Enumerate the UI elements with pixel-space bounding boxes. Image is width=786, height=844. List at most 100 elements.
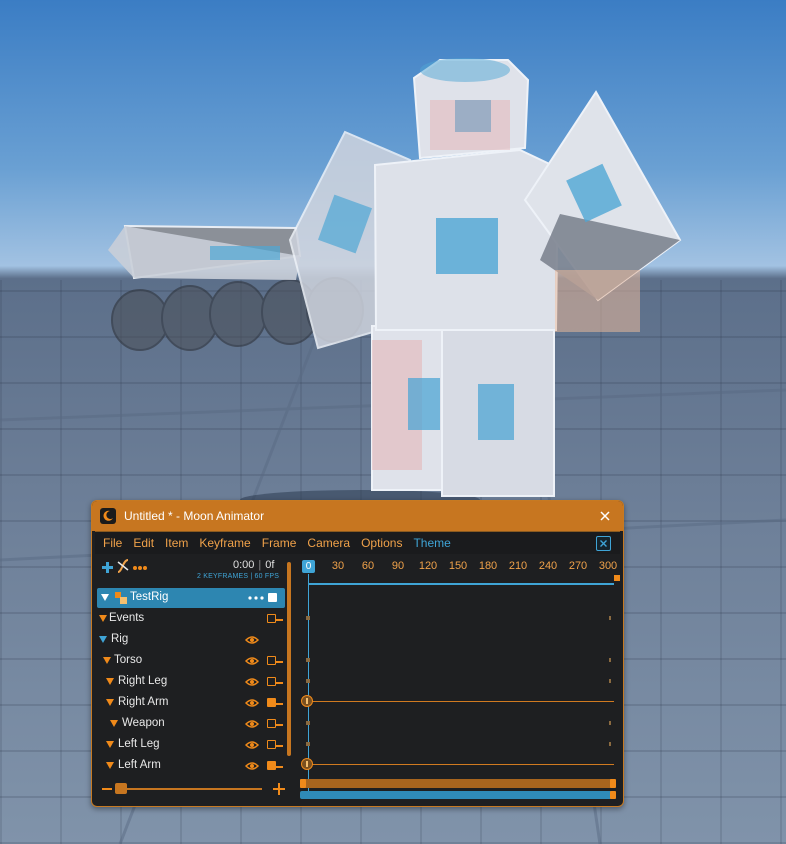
menu-keyframe[interactable]: Keyframe	[199, 536, 250, 550]
menu-options[interactable]: Options	[361, 536, 402, 550]
track-line-right-arm	[308, 701, 614, 702]
more-dots-icon[interactable]	[132, 558, 148, 574]
eye-icon[interactable]	[245, 719, 259, 729]
keyframe-toggle[interactable]	[267, 677, 276, 686]
keyframe-connector	[276, 703, 283, 705]
expand-icon[interactable]	[110, 720, 118, 727]
easing-icon[interactable]	[117, 559, 129, 576]
tree-item-label: Left Arm	[118, 759, 161, 771]
eye-icon[interactable]	[245, 635, 259, 645]
track-end-marker	[609, 742, 611, 746]
panel-close-icon[interactable]	[596, 536, 611, 551]
ruler-tick-label: 120	[418, 560, 438, 572]
ruler-end-marker[interactable]	[614, 575, 620, 581]
moon-animator-window[interactable]: Untitled * - Moon Animator File Edit Ite…	[91, 500, 624, 807]
eye-icon[interactable]	[245, 761, 259, 771]
tree-item-left-leg[interactable]: Left Leg	[95, 735, 285, 755]
tree-item-testrig[interactable]: TestRig	[97, 588, 285, 608]
tree-item-label: Weapon	[122, 717, 165, 729]
scrollbar-handle-left[interactable]	[300, 779, 306, 788]
keyframe-connector	[276, 766, 283, 768]
menu-frame[interactable]: Frame	[262, 536, 297, 550]
menu-bar: File Edit Item Keyframe Frame Camera Opt…	[95, 531, 620, 554]
tree-item-weapon[interactable]: Weapon	[95, 714, 285, 734]
left-arm-model	[108, 224, 302, 280]
zoom-slider-track[interactable]	[119, 788, 262, 790]
tree-item-label: Rig	[111, 633, 129, 645]
tree-item-rig[interactable]: Rig	[95, 630, 285, 650]
keyframe-toggle[interactable]	[267, 740, 276, 749]
menu-edit[interactable]: Edit	[133, 536, 154, 550]
menu-theme[interactable]: Theme	[413, 536, 450, 550]
track-keyframe-torso[interactable]	[306, 658, 310, 662]
eye-icon[interactable]	[245, 656, 259, 666]
eye-icon[interactable]	[245, 698, 259, 708]
zoom-in-icon[interactable]	[273, 782, 285, 795]
tree-item-left-arm[interactable]: Left Arm	[95, 756, 285, 776]
keyframe-left-arm[interactable]	[301, 758, 313, 770]
keyframe-toggle[interactable]	[267, 656, 276, 665]
keyframe-toggle[interactable]	[268, 593, 277, 602]
expand-icon[interactable]	[103, 657, 111, 664]
keyframe-toggle[interactable]	[267, 614, 276, 623]
tree-item-events[interactable]: Events	[95, 609, 285, 629]
ruler-tick-label: 90	[391, 560, 405, 572]
track-end-marker	[609, 658, 611, 662]
keyframe-info: 2 KEYFRAMES | 60 FPS	[197, 573, 280, 580]
menu-item[interactable]: Item	[165, 536, 188, 550]
zoom-out-icon[interactable]	[102, 788, 112, 790]
expand-icon[interactable]	[99, 615, 107, 622]
expand-icon[interactable]	[106, 678, 114, 685]
tree-item-right-arm[interactable]: Right Arm	[95, 693, 285, 713]
ruler-tick-label: 180	[478, 560, 498, 572]
track-keyframe-right-leg[interactable]	[306, 679, 310, 683]
expand-icon[interactable]	[99, 636, 107, 643]
menu-camera[interactable]: Camera	[307, 536, 350, 550]
expand-icon[interactable]	[106, 741, 114, 748]
track-keyframe-weapon[interactable]	[306, 721, 310, 725]
track-end-marker	[609, 616, 611, 620]
track-end-marker	[609, 721, 611, 725]
ruler-current-frame[interactable]: 0	[302, 560, 315, 573]
panel-splitter[interactable]	[287, 562, 291, 756]
tree-item-torso[interactable]: Torso	[95, 651, 285, 671]
keyframe-toggle[interactable]	[267, 761, 276, 770]
head-model	[412, 58, 530, 160]
ruler-range-line	[308, 583, 614, 585]
eye-icon[interactable]	[245, 677, 259, 687]
track-keyframe-left-leg[interactable]	[306, 742, 310, 746]
keyframe-toggle[interactable]	[267, 698, 276, 707]
tree-item-right-leg[interactable]: Right Leg	[95, 672, 285, 692]
ruler-tick-label: 30	[331, 560, 345, 572]
keyframe-connector	[276, 661, 283, 663]
ruler-tick-label: 60	[361, 560, 375, 572]
close-icon[interactable]	[597, 508, 613, 524]
rig-icon	[115, 592, 127, 604]
expand-icon[interactable]	[101, 594, 109, 601]
ruler-tick-label: 240	[538, 560, 558, 572]
keyframe-right-arm[interactable]	[301, 695, 313, 707]
more-dots-icon[interactable]	[248, 596, 264, 600]
frame-value: 0f	[265, 559, 275, 571]
ruler-tick-label: 270	[568, 560, 588, 572]
plus-icon[interactable]	[101, 561, 114, 574]
ruler-tick-label: 150	[448, 560, 468, 572]
ruler-tick-label: 300	[598, 560, 618, 572]
window-title: Untitled * - Moon Animator	[124, 509, 265, 523]
expand-icon[interactable]	[106, 699, 114, 706]
time-readout: 0:00 | 0f	[233, 559, 275, 571]
keyframe-toggle[interactable]	[267, 719, 276, 728]
menu-file[interactable]: File	[103, 536, 122, 550]
keyframe-connector	[276, 745, 283, 747]
range-handle-right[interactable]	[610, 791, 616, 799]
track-keyframe-events[interactable]	[306, 616, 310, 620]
ruler-tick-label: 210	[508, 560, 528, 572]
title-bar[interactable]: Untitled * - Moon Animator	[92, 501, 623, 531]
scrollbar-handle-right[interactable]	[610, 779, 616, 788]
zoom-slider-handle[interactable]	[115, 783, 127, 794]
vertical-range-scrollbar[interactable]	[300, 791, 616, 799]
timeline-scrollbar[interactable]	[300, 779, 616, 788]
track-end-marker	[609, 679, 611, 683]
eye-icon[interactable]	[245, 740, 259, 750]
expand-icon[interactable]	[106, 762, 114, 769]
